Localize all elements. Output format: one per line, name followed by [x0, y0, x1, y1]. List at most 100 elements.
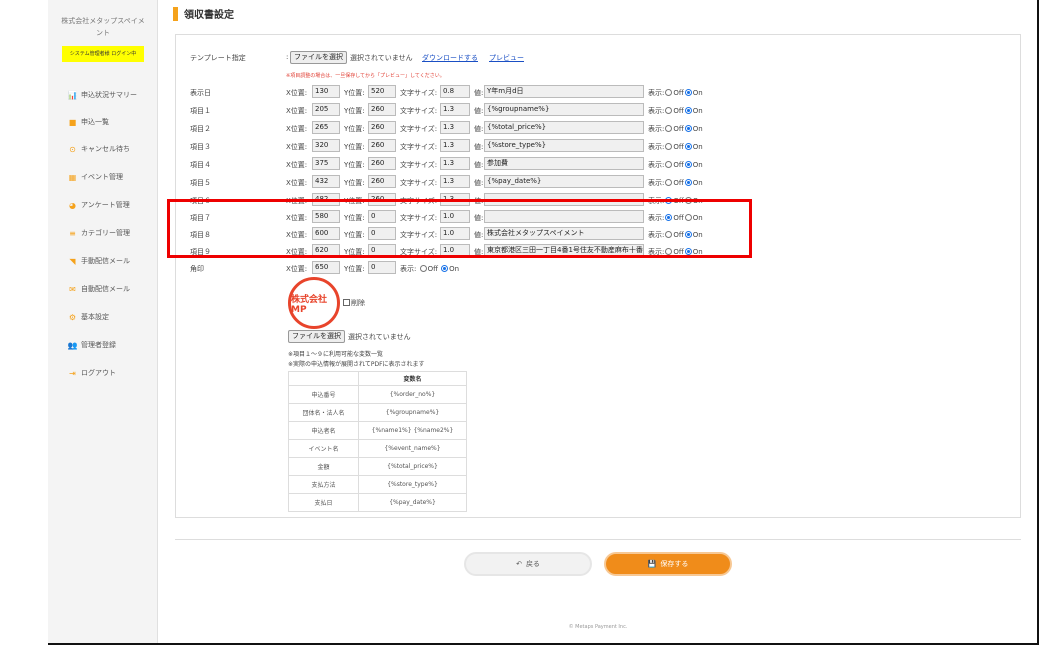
x-label: X位置: [286, 89, 308, 97]
x-label: X位置: [286, 179, 308, 187]
x-label: X位置: [286, 143, 308, 151]
off-radio[interactable] [665, 143, 673, 150]
sidebar-item-label: カテゴリー管理 [81, 229, 130, 237]
delete-option[interactable]: 削除 [343, 298, 365, 308]
sidebar-item-5[interactable]: ≡ カテゴリー管理 [68, 226, 130, 240]
variable-name: {%pay_date%} [358, 493, 467, 512]
size-input[interactable]: 1.3 [440, 103, 470, 116]
delete-checkbox[interactable] [343, 299, 350, 306]
y-input[interactable]: 260 [368, 139, 396, 152]
back-button[interactable]: ↶ 戻る [464, 552, 592, 576]
sidebar-item-label: アンケート管理 [81, 201, 130, 209]
size-input[interactable]: 1.3 [440, 121, 470, 134]
on-label: On [692, 89, 703, 97]
x-input[interactable]: 320 [312, 139, 340, 152]
stamp-off-radio[interactable] [419, 265, 427, 272]
x-input[interactable]: 375 [312, 157, 340, 170]
divider [175, 539, 1021, 540]
field-row-label: 項目２ [190, 125, 211, 133]
display-group: 表示: Off On [648, 160, 703, 170]
stamp-x-input[interactable]: 650 [312, 261, 340, 274]
field-row-label: 表示日 [190, 89, 211, 97]
off-radio[interactable] [665, 89, 673, 96]
page-title: 領収書設定 [173, 6, 234, 21]
on-radio[interactable] [684, 89, 692, 96]
sidebar-item-6[interactable]: ◥ 手動配信メール [68, 254, 130, 268]
download-link[interactable]: ダウンロードする [422, 53, 478, 63]
sidebar-item-0[interactable]: 📊 申込状況サマリー [68, 88, 137, 102]
x-label: X位置: [286, 161, 308, 169]
stamp-on-radio[interactable] [441, 265, 449, 272]
variable-label: 支払方法 [288, 475, 359, 494]
variable-label: 金額 [288, 457, 359, 476]
table-header-empty [288, 371, 359, 386]
off-radio[interactable] [665, 161, 673, 168]
y-label: Y位置: [344, 107, 365, 115]
y-input[interactable]: 520 [368, 85, 396, 98]
nav-icon: ⊙ [69, 144, 76, 154]
y-label: Y位置: [344, 265, 365, 273]
x-input[interactable]: 432 [312, 175, 340, 188]
sidebar: 株式会社メタップスペイメント システム管理者様 ログイン中 📊 申込状況サマリー ■… [48, 0, 158, 643]
field-row: 表示日 X位置: 130 Y位置: 520 文字サイズ: 0.8 値: Y年m月d日 表示: Off… [176, 85, 1022, 99]
value-input[interactable]: {%pay_date%} [484, 175, 644, 188]
save-button[interactable]: 💾 保存する [604, 552, 732, 576]
value-input[interactable]: 参加費 [484, 157, 644, 170]
off-label: Off [673, 125, 684, 133]
company-stamp-image: 株式会社MP [288, 277, 340, 329]
on-radio[interactable] [684, 161, 692, 168]
display-label: 表示: [648, 125, 665, 133]
on-radio[interactable] [684, 143, 692, 150]
delete-label: 削除 [351, 299, 365, 307]
size-input[interactable]: 1.3 [440, 175, 470, 188]
value-input[interactable]: Y年m月d日 [484, 85, 644, 98]
stamp-row-label: 角印 [190, 265, 204, 273]
value-input[interactable]: {%groupname%} [484, 103, 644, 116]
sidebar-item-8[interactable]: ⚙ 基本設定 [68, 310, 109, 324]
value-label: 値: [474, 143, 484, 151]
sidebar-item-label: ログアウト [81, 369, 116, 377]
sidebar-item-2[interactable]: ⊙ キャンセル待ち [68, 142, 130, 156]
table-header-variable: 変数名 [358, 371, 467, 386]
display-label: 表示: [648, 143, 665, 151]
nav-icon: ■ [68, 117, 77, 127]
sidebar-item-7[interactable]: ✉ 自動配信メール [68, 282, 130, 296]
size-label: 文字サイズ: [400, 179, 438, 187]
on-radio[interactable] [684, 179, 692, 186]
sidebar-item-3[interactable]: ▦ イベント管理 [68, 170, 123, 184]
value-input[interactable]: {%total_price%} [484, 121, 644, 134]
size-input[interactable]: 1.3 [440, 157, 470, 170]
sidebar-item-10[interactable]: ⇥ ログアウト [68, 366, 116, 380]
stamp-file-button[interactable]: ファイルを選択 [288, 330, 345, 343]
footer-copyright: © Metaps Payment Inc. [568, 624, 628, 630]
y-input[interactable]: 260 [368, 175, 396, 188]
value-input[interactable]: {%store_type%} [484, 139, 644, 152]
template-file-button[interactable]: ファイルを選択 [290, 51, 347, 64]
off-radio[interactable] [665, 125, 673, 132]
y-input[interactable]: 260 [368, 121, 396, 134]
sidebar-item-9[interactable]: 👥 管理者登録 [68, 338, 116, 352]
display-group: 表示: Off On [648, 124, 703, 134]
stamp-y-input[interactable]: 0 [368, 261, 396, 274]
variable-label: 団体名・法人名 [288, 403, 359, 422]
off-radio[interactable] [665, 107, 673, 114]
sidebar-item-4[interactable]: ◕ アンケート管理 [68, 198, 130, 212]
off-label: Off [673, 107, 684, 115]
y-input[interactable]: 260 [368, 103, 396, 116]
sidebar-item-1[interactable]: ■ 申込一覧 [68, 115, 109, 129]
x-input[interactable]: 205 [312, 103, 340, 116]
y-input[interactable]: 260 [368, 157, 396, 170]
table-row: 申込番号 {%order_no%} [288, 385, 467, 404]
off-label: Off [673, 161, 684, 169]
x-input[interactable]: 265 [312, 121, 340, 134]
preview-link[interactable]: プレビュー [489, 53, 524, 63]
size-input[interactable]: 1.3 [440, 139, 470, 152]
off-radio[interactable] [665, 179, 673, 186]
size-label: 文字サイズ: [400, 89, 438, 97]
on-radio[interactable] [684, 107, 692, 114]
off-label: Off [673, 89, 684, 97]
field-row: 項目４ X位置: 375 Y位置: 260 文字サイズ: 1.3 値: 参加費 表示: Off On [176, 157, 1022, 171]
on-radio[interactable] [684, 125, 692, 132]
size-input[interactable]: 0.8 [440, 85, 470, 98]
x-input[interactable]: 130 [312, 85, 340, 98]
